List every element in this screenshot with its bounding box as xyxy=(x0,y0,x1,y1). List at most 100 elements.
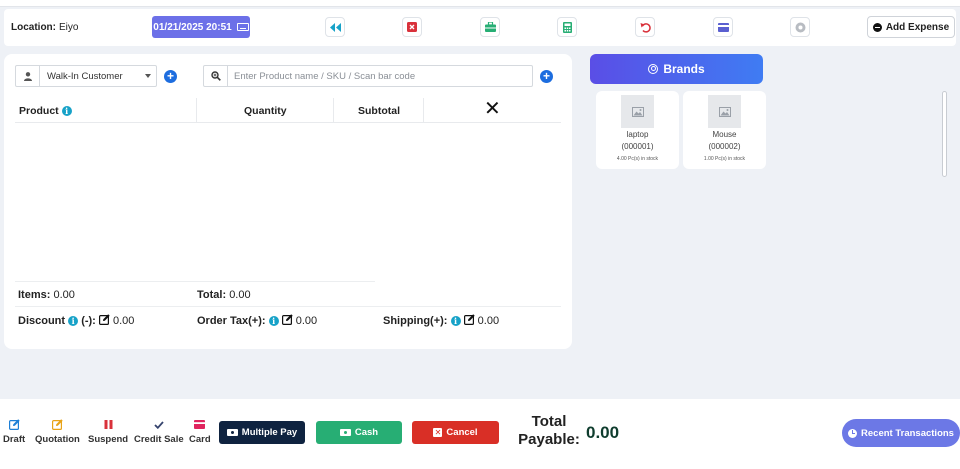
cash-button[interactable]: Cash xyxy=(316,421,402,444)
info-icon[interactable]: i xyxy=(450,316,461,326)
plus-icon: + xyxy=(166,69,174,83)
recent-transactions-button[interactable]: Recent Transactions xyxy=(842,419,960,447)
discount-value: 0.00 xyxy=(112,315,135,327)
cancel-button[interactable]: ✕ Cancel xyxy=(412,421,499,444)
calculator-button[interactable] xyxy=(557,17,577,37)
add-expense-label: Add Expense xyxy=(885,21,950,33)
brand-icon xyxy=(648,64,659,74)
image-placeholder-icon xyxy=(718,106,731,117)
total-payable-value: 0.00 xyxy=(586,423,620,442)
rewind-icon xyxy=(329,22,341,32)
keyboard-icon xyxy=(236,23,249,31)
order-tax-value: 0.00 xyxy=(295,315,318,327)
product-stock: 1.00 Pc(s) in stock xyxy=(703,156,746,162)
money-icon xyxy=(226,429,238,436)
go-back-button[interactable] xyxy=(325,17,345,37)
suspended-sales-button[interactable] xyxy=(713,17,733,37)
image-placeholder-icon xyxy=(631,106,644,117)
product-sku: (000002) xyxy=(708,142,741,151)
clock-icon xyxy=(848,428,858,438)
info-icon[interactable]: i xyxy=(68,316,79,326)
product-search xyxy=(203,65,533,87)
top-edge xyxy=(0,0,960,7)
column-product: Product i xyxy=(19,105,72,117)
total-value: 0.00 xyxy=(229,289,251,301)
credit-card-icon xyxy=(194,420,206,429)
credit-sale-button[interactable]: Credit Sale xyxy=(134,418,184,445)
draft-button[interactable]: Draft xyxy=(3,418,25,445)
column-quantity: Quantity xyxy=(244,105,287,117)
edit-icon xyxy=(51,419,63,430)
edit-shipping-icon[interactable] xyxy=(463,314,475,325)
edit-icon xyxy=(8,419,20,430)
pause-circle-icon xyxy=(795,22,805,32)
multiple-pay-button[interactable]: Multiple Pay xyxy=(219,421,305,444)
product-image xyxy=(621,95,654,128)
total-payable-label: Total Payable: xyxy=(518,413,580,448)
pos-header: Location: Eiyo 01/21/2025 20:51 Add Expe… xyxy=(4,9,956,46)
product-list-scrollbar[interactable] xyxy=(942,91,947,177)
location-label: Location: xyxy=(11,22,56,33)
add-product-button[interactable]: + xyxy=(540,70,553,83)
chevron-down-icon xyxy=(145,74,151,78)
column-divider xyxy=(423,98,424,122)
quotation-button[interactable]: Quotation xyxy=(35,418,80,445)
summary-divider xyxy=(15,306,561,307)
register-details-button[interactable] xyxy=(480,17,500,37)
datetime-text: 01/21/2025 20:51 xyxy=(153,21,232,33)
brands-label: Brands xyxy=(663,62,705,76)
search-addon xyxy=(204,66,228,86)
service-staff-button[interactable] xyxy=(790,17,810,37)
brands-button[interactable]: Brands xyxy=(590,54,763,84)
edit-discount-icon[interactable] xyxy=(98,314,110,325)
credit-card-icon xyxy=(717,22,729,32)
location-value[interactable]: Eiyo xyxy=(59,22,78,33)
pos-footer: Draft Quotation Suspend Credit Sale Card… xyxy=(0,399,960,469)
sell-return-button[interactable] xyxy=(635,17,655,37)
product-name: laptop xyxy=(626,130,649,139)
plus-icon: + xyxy=(542,69,550,83)
items-summary: Items: 0.00 xyxy=(18,289,75,301)
discount-summary: Discount i (-): 0.00 xyxy=(18,314,135,327)
suspend-button[interactable]: Suspend xyxy=(88,418,128,445)
close-box-icon xyxy=(407,22,417,32)
product-search-input[interactable] xyxy=(234,69,524,83)
column-divider xyxy=(333,98,334,122)
close-register-button[interactable] xyxy=(402,17,422,37)
undo-icon xyxy=(640,22,651,33)
product-card[interactable]: laptop (000001) 4.00 Pc(s) in stock xyxy=(596,91,679,169)
user-addon xyxy=(16,66,40,86)
briefcase-icon xyxy=(484,22,496,32)
info-icon[interactable]: i xyxy=(61,106,72,116)
column-divider xyxy=(196,98,197,122)
card-button[interactable]: Card xyxy=(189,418,211,445)
product-card[interactable]: Mouse (000002) 1.00 Pc(s) in stock xyxy=(683,91,766,169)
product-name: Mouse xyxy=(712,130,737,139)
table-header-divider xyxy=(15,122,561,123)
customer-value: Walk-In Customer xyxy=(47,71,123,82)
pause-icon xyxy=(104,420,113,429)
product-stock: 4.00 Pc(s) in stock xyxy=(616,156,659,162)
product-sku: (000001) xyxy=(621,142,654,151)
search-icon xyxy=(210,71,221,81)
add-expense-button[interactable]: Add Expense xyxy=(867,16,955,38)
items-value: 0.00 xyxy=(53,289,75,301)
shipping-summary: Shipping(+): i 0.00 xyxy=(383,314,500,327)
column-subtotal: Subtotal xyxy=(358,105,400,117)
edit-order-tax-icon[interactable] xyxy=(281,314,293,325)
summary-divider xyxy=(15,281,375,282)
datetime-button[interactable]: 01/21/2025 20:51 xyxy=(152,16,250,38)
shipping-value: 0.00 xyxy=(477,315,500,327)
add-customer-button[interactable]: + xyxy=(164,70,177,83)
clear-cart-icon[interactable]: ✕ xyxy=(484,98,501,118)
order-tax-summary: Order Tax(+): i 0.00 xyxy=(197,314,318,327)
info-icon[interactable]: i xyxy=(268,316,279,326)
cart-panel: Walk-In Customer + + Product i Quantity … xyxy=(4,54,572,349)
close-icon: ✕ xyxy=(433,428,443,437)
minus-circle-icon xyxy=(872,22,882,32)
money-icon xyxy=(339,429,351,436)
user-icon xyxy=(23,71,32,81)
product-image xyxy=(708,95,741,128)
customer-select[interactable]: Walk-In Customer xyxy=(15,65,157,87)
calculator-icon xyxy=(562,21,572,33)
